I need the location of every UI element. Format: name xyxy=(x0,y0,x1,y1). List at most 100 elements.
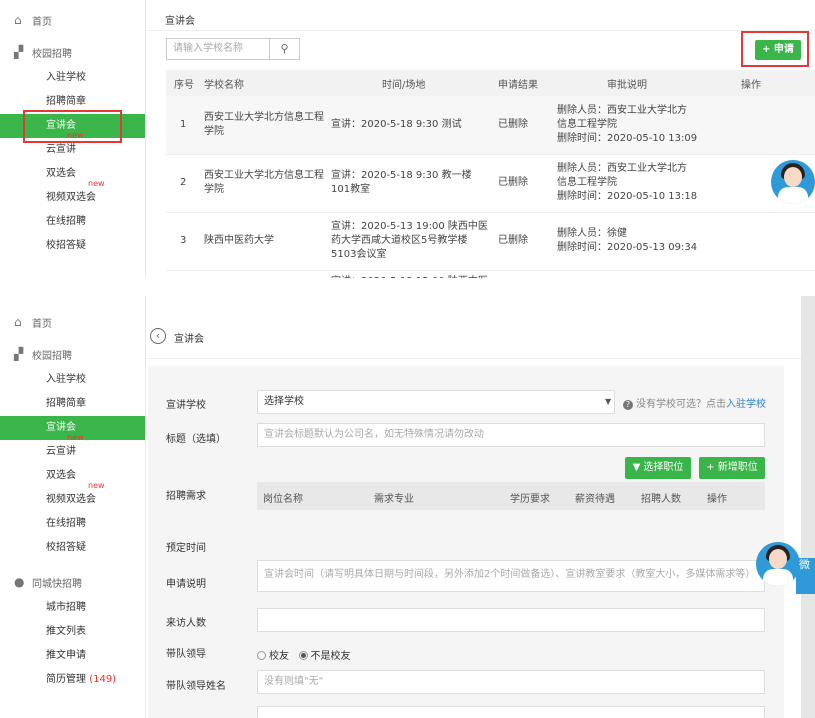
apply-button[interactable]: + 申请 xyxy=(755,40,801,60)
avatar-body xyxy=(763,569,793,586)
table-row[interactable]: 2 西安工业大学北方信息工程学院 宣讲：2020-5-18 9:30 教一楼10… xyxy=(166,154,815,213)
sidebar-item-resumes[interactable]: 简历管理 (149) xyxy=(0,668,145,692)
sidebar-item-label: 视频双选会 xyxy=(46,192,96,203)
need-label: 招聘需求 xyxy=(166,491,206,502)
desc-textarea[interactable]: 宣讲会时间（请写明具体日期与时间段，另外添加2个时间做备选）、宣讲教室要求（教室… xyxy=(257,560,765,592)
col-header-school: 学校名称 xyxy=(204,70,331,96)
divider xyxy=(147,30,815,31)
cell-note: 删除人员：西安工业大学北方 信息工程学院 删除时间：2020-05-10 13:… xyxy=(557,154,741,213)
seminar-table: 序号 学校名称 时间/场地 申请结果 审批说明 操作 1 西安工业大学北方信息工… xyxy=(166,70,815,278)
sidebar-item-online-hiring[interactable]: 在线招聘 xyxy=(0,512,145,536)
next-field-input[interactable] xyxy=(257,706,765,718)
table-row[interactable]: 3 陕西中医药大学 宣讲：2020-5-13 19:00 陕西中医药大学西咸大道… xyxy=(166,212,815,271)
cell-no: 1 xyxy=(166,96,204,155)
cell-result: 已删除 xyxy=(498,154,557,213)
sidebar-item-label: 视频双选会 xyxy=(46,494,96,505)
side-chat-tab[interactable]: 微 xyxy=(796,558,815,594)
cell-action xyxy=(741,212,815,271)
radio-not-alumni[interactable]: 不是校友 xyxy=(298,651,351,662)
avatar-face xyxy=(769,549,787,569)
cell-result: 已删除 xyxy=(498,96,557,155)
resume-count: (149) xyxy=(89,674,117,685)
cell-no xyxy=(166,270,204,278)
form-container xyxy=(148,366,784,718)
sidebar: ⌂ 首页 ▞ 校园招聘 入驻学校 招聘简章 宣讲会 云宣讲 new 双选会 视频… xyxy=(0,296,146,718)
search-icon: ⚲ xyxy=(280,42,289,55)
cell-school: 西安工业大学北方信息工程学院 xyxy=(204,154,331,213)
search-input[interactable]: 请输入学校名称 xyxy=(166,38,270,60)
add-position-button[interactable]: + 新增职位 xyxy=(699,457,765,479)
sidebar-item-job-fair[interactable]: 双选会 xyxy=(0,464,145,488)
note-line: 删除时间：2020-05-13 09:34 xyxy=(557,242,698,253)
hint-text: 没有学校可选？点击 xyxy=(636,399,726,410)
cell-action xyxy=(741,270,815,278)
sidebar-item-video-job-fair[interactable]: 视频双选会 new xyxy=(0,179,145,210)
col-header-salary: 薪资待遇 xyxy=(575,494,615,505)
cell-note: 删除人员：西安工业大学北方 信息工程学院 删除时间：2020-05-10 13:… xyxy=(557,96,741,155)
sidebar-item-faq[interactable]: 校招答疑 xyxy=(0,536,145,560)
sidebar-group-campus[interactable]: ▞ 校园招聘 xyxy=(0,340,145,368)
highlight-outline xyxy=(23,110,122,143)
title-label: 标题（选填） xyxy=(166,434,226,445)
col-header-position: 岗位名称 xyxy=(263,494,303,505)
scrollbar[interactable] xyxy=(801,296,815,718)
school-select[interactable]: 选择学校 xyxy=(257,390,615,414)
search-button[interactable]: ⚲ xyxy=(270,38,300,60)
sidebar-home[interactable]: ⌂ 首页 xyxy=(0,308,145,336)
sidebar-home[interactable]: ⌂ 首页 xyxy=(0,6,145,34)
sidebar-item-city-hiring[interactable]: 城市招聘 xyxy=(0,596,145,620)
note-line: 删除人员：徐健 xyxy=(557,228,627,239)
campus-icon: ▞ xyxy=(14,347,24,361)
sidebar-item-video-job-fair[interactable]: 视频双选会 new xyxy=(0,481,145,512)
customer-service-avatar[interactable] xyxy=(771,160,815,204)
applications-list-panel: ⌂ 首页 ▞ 校园招聘 入驻学校 招聘简章 宣讲会 云宣讲 new 双选会 视频… xyxy=(0,0,815,278)
sidebar-item-cloud-seminar[interactable]: 云宣讲 new xyxy=(0,433,145,464)
sidebar-item-schools[interactable]: 入驻学校 xyxy=(0,66,145,90)
leader-radio-group: 校友 不是校友 xyxy=(257,647,351,662)
visitors-input[interactable] xyxy=(257,608,765,632)
note-line: 删除时间：2020-05-10 13:18 xyxy=(557,191,698,202)
sidebar-item-label: 简历管理 xyxy=(46,674,86,685)
cell-time-place: 宣讲：2020-5-18 9:30 教一楼101教室 xyxy=(331,154,498,213)
title-input[interactable]: 宣讲会标题默认为公司名，如无特殊情况请勿改动 xyxy=(257,423,765,447)
sidebar-item-post-list[interactable]: 推文列表 xyxy=(0,620,145,644)
select-position-button[interactable]: ▼ 选择职位 xyxy=(625,457,691,479)
cell-no: 3 xyxy=(166,212,204,271)
cell-no: 2 xyxy=(166,154,204,213)
home-icon: ⌂ xyxy=(14,315,22,329)
leader-name-input[interactable]: 没有则填"无" xyxy=(257,670,765,694)
sidebar-item-label: 云宣讲 xyxy=(46,144,76,155)
table-row[interactable]: 1 西安工业大学北方信息工程学院 宣讲：2020-5-18 9:30 测试 已删… xyxy=(166,96,815,155)
new-badge: new xyxy=(67,433,84,442)
sidebar-item-post-apply[interactable]: 推文申请 xyxy=(0,644,145,668)
sidebar-home-label: 首页 xyxy=(32,16,52,28)
cell-note xyxy=(557,270,741,278)
sidebar-item-faq[interactable]: 校招答疑 xyxy=(0,234,145,258)
screenshot-gap xyxy=(0,278,815,296)
note-line: 删除时间：2020-05-10 13:09 xyxy=(557,132,698,144)
sidebar-item-brochure[interactable]: 招聘简章 xyxy=(0,392,145,416)
join-school-link[interactable]: 入驻学校 xyxy=(726,399,766,410)
cell-school xyxy=(204,270,331,278)
cell-school: 陕西中医药大学 xyxy=(204,212,331,271)
note-line: 信息工程学院 xyxy=(557,177,617,188)
col-header-education: 学历要求 xyxy=(510,494,550,505)
customer-service-avatar[interactable] xyxy=(756,542,800,586)
school-label: 宣讲学校 xyxy=(166,400,206,411)
radio-alumni[interactable]: 校友 xyxy=(257,651,289,662)
radio-label: 校友 xyxy=(269,651,289,662)
sidebar-item-schools[interactable]: 入驻学校 xyxy=(0,368,145,392)
sidebar-item-job-fair[interactable]: 双选会 xyxy=(0,162,145,186)
chevron-left-icon: ‹ xyxy=(155,329,161,342)
sidebar-group-label: 同城快招聘 xyxy=(32,578,82,590)
sidebar-item-online-hiring[interactable]: 在线招聘 xyxy=(0,210,145,234)
cell-note: 删除人员：徐健 删除时间：2020-05-13 09:34 xyxy=(557,212,741,271)
table-row[interactable]: 宣讲：2020-5-13 15:00 陕西中医 xyxy=(166,270,815,278)
cell-time-place: 宣讲：2020-5-13 19:00 陕西中医药大学西咸大道校区5号教学楼510… xyxy=(331,212,498,271)
sidebar-group-campus[interactable]: ▞ 校园招聘 xyxy=(0,38,145,66)
note-line: 删除人员：西安工业大学北方 xyxy=(557,104,687,116)
sidebar-group-city[interactable]: ● 同城快招聘 xyxy=(0,568,145,596)
back-button[interactable]: ‹ xyxy=(150,328,166,344)
sidebar-group-label: 校园招聘 xyxy=(32,350,72,362)
user-icon: ● xyxy=(14,575,25,589)
